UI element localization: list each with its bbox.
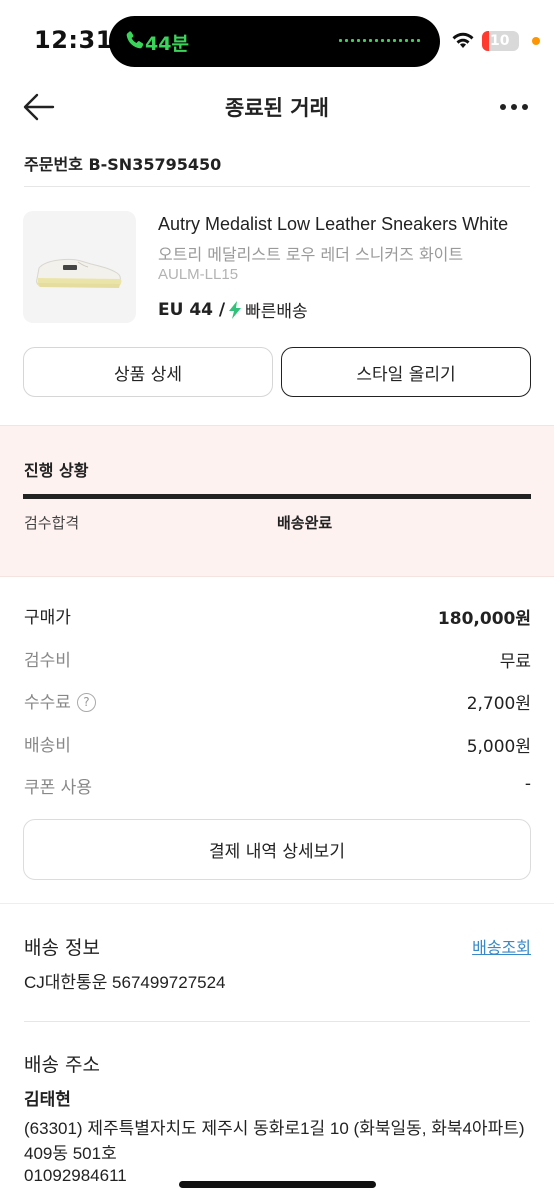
price-value-shipping: 5,000원 <box>466 737 531 757</box>
page-title: 종료된 거래 <box>225 96 329 120</box>
product-name-korean: 오트리 메달리스트 로우 레더 스니커즈 화이트 <box>158 245 464 264</box>
shipping-info-title: 배송 정보 <box>24 937 100 959</box>
product-detail-button[interactable]: 상품 상세 <box>23 347 273 397</box>
recipient-name: 김태현 <box>24 1090 71 1110</box>
divider <box>24 186 530 187</box>
more-options-icon[interactable] <box>498 96 530 118</box>
product-code: AULM-LL15 <box>158 266 239 283</box>
status-time: 12:31 <box>34 26 113 54</box>
price-label-coupon: 쿠폰 사용 <box>24 778 92 798</box>
price-value-fee: 2,700원 <box>466 694 531 714</box>
payment-detail-button[interactable]: 결제 내역 상세보기 <box>23 819 531 880</box>
lightning-bolt-icon <box>229 300 242 319</box>
divider <box>0 903 554 904</box>
progress-bar <box>23 494 531 499</box>
progress-step-inspection: 검수합격 <box>24 514 80 532</box>
price-value-purchase: 180,000원 <box>437 609 531 629</box>
delivery-type: 빠른배송 <box>245 302 308 322</box>
price-label-inspection: 검수비 <box>24 651 71 671</box>
wifi-icon <box>452 32 474 48</box>
progress-step-delivered: 배송완료 <box>277 514 333 532</box>
home-indicator[interactable] <box>179 1181 376 1188</box>
product-image[interactable] <box>23 211 136 323</box>
call-duration: 44분 <box>145 33 189 55</box>
shipping-address-title: 배송 주소 <box>24 1054 100 1076</box>
recipient-address: (63301) 제주특별자치도 제주시 동화로1길 10 (화북일동, 화북4아… <box>24 1119 525 1163</box>
progress-section: 진행 상황 검수합격 배송완료 <box>0 425 554 577</box>
post-style-button[interactable]: 스타일 올리기 <box>281 347 531 397</box>
order-number: 주문번호 B-SN35795450 <box>24 155 222 174</box>
dynamic-island[interactable]: 44분 <box>109 16 440 67</box>
recipient-phone: 01092984611 <box>24 1166 127 1185</box>
mic-indicator-dot <box>532 37 540 45</box>
divider <box>24 1021 530 1022</box>
sneaker-image <box>36 258 122 288</box>
product-size: EU 44 / <box>158 299 226 320</box>
tracking-number: CJ대한통운 567499727524 <box>24 973 226 992</box>
tracking-link[interactable]: 배송조회 <box>472 934 531 958</box>
price-value-inspection: 무료 <box>499 652 531 672</box>
waveform-icon <box>339 39 420 42</box>
battery-indicator: 10 <box>482 31 519 51</box>
price-value-coupon: - <box>524 774 531 794</box>
progress-title: 진행 상황 <box>24 461 89 480</box>
header: 종료된 거래 <box>0 84 554 130</box>
product-size-delivery: EU 44 / 빠른배송 <box>158 297 308 323</box>
battery-level: 10 <box>490 33 510 49</box>
status-bar: 12:31 44분 10 <box>0 0 554 84</box>
help-icon[interactable]: ? <box>76 693 96 712</box>
price-label-fee: 수수료 <box>24 693 71 713</box>
product-name[interactable]: Autry Medalist Low Leather Sneakers Whit… <box>158 214 538 235</box>
price-label-shipping: 배송비 <box>24 736 71 756</box>
price-label-purchase: 구매가 <box>24 608 71 628</box>
phone-icon <box>126 31 144 49</box>
price-label-fee-row: 수수료? <box>24 688 96 713</box>
progress-bar-fill <box>23 494 531 499</box>
